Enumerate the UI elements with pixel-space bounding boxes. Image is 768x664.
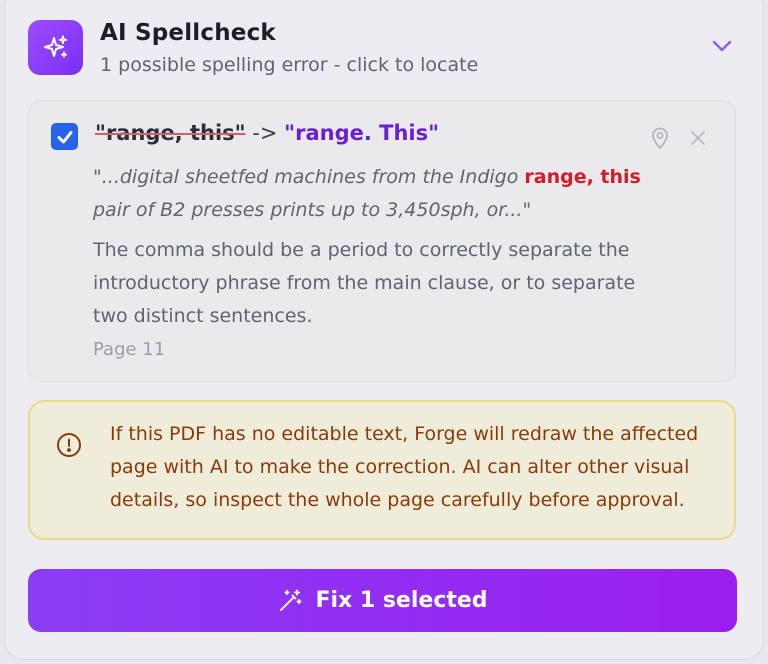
panel-title: AI Spellcheck: [100, 20, 276, 46]
context-highlight: range, this: [524, 166, 641, 188]
issue-explanation: The comma should be a period to correctl…: [93, 239, 636, 327]
issue-context: "...digital sheetfed machines from the I…: [93, 161, 663, 227]
ai-redraw-warning: If this PDF has no editable text, Forge …: [28, 400, 736, 540]
panel-header[interactable]: AI Spellcheck 1 possible spelling error …: [28, 20, 740, 78]
page-number: Page 11: [93, 339, 166, 360]
chevron-down-icon[interactable]: [710, 34, 734, 58]
spelling-issue-card[interactable]: "range, this" -> "range. This" "...digit…: [28, 100, 736, 382]
replacement-text: "range. This": [284, 121, 440, 145]
warning-text: If this PDF has no editable text, Forge …: [110, 423, 699, 511]
context-before: "...digital sheetfed machines from the I…: [93, 166, 525, 188]
correction-arrow: ->: [252, 121, 278, 145]
context-after: pair of B2 presses prints up to 3,450sph…: [93, 199, 532, 221]
panel-subtitle: 1 possible spelling error - click to loc…: [100, 54, 479, 76]
sparkles-icon: [28, 20, 83, 75]
map-pin-icon[interactable]: [649, 126, 671, 150]
fix-selected-button[interactable]: Fix 1 selected: [28, 569, 737, 632]
original-text: "range, this": [95, 121, 246, 145]
correction-suggestion: "range, this" -> "range. This": [95, 121, 439, 145]
fix-button-label: Fix 1 selected: [315, 588, 488, 613]
close-icon[interactable]: [687, 127, 709, 149]
alert-circle-icon: [56, 432, 82, 458]
issue-select-checkbox[interactable]: [51, 123, 78, 150]
magic-wand-icon: [277, 588, 303, 614]
